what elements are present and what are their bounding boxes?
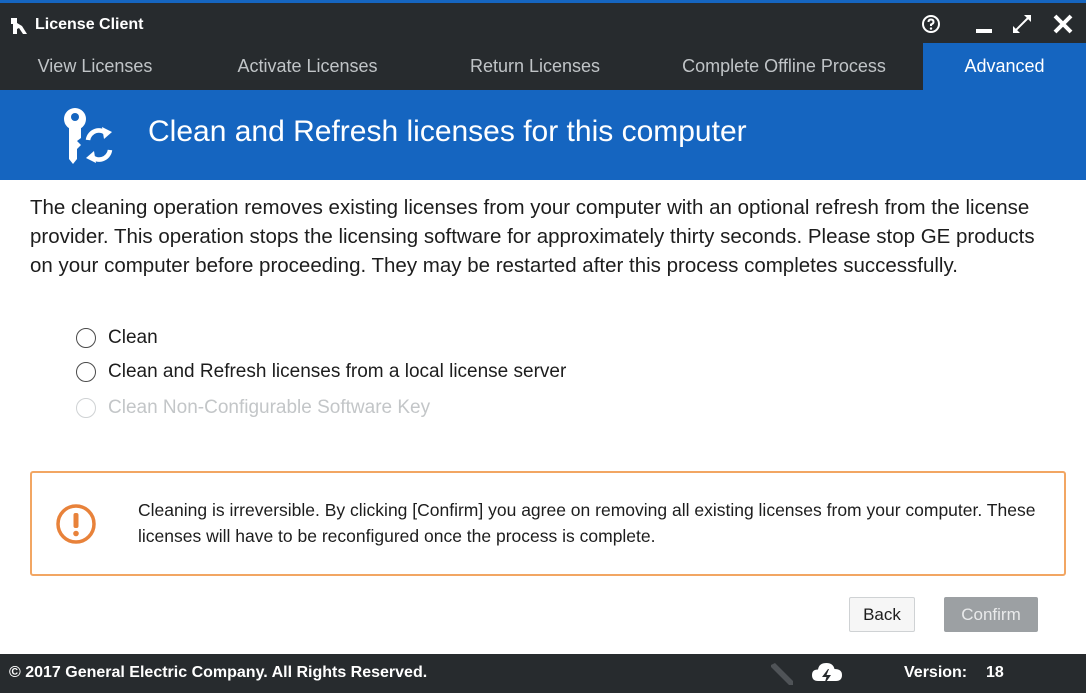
option-label: Clean Non-Configurable Software Key xyxy=(108,397,431,418)
version-value: 18 xyxy=(986,664,1004,681)
radio-button[interactable] xyxy=(76,362,96,382)
key-refresh-icon xyxy=(58,104,120,166)
option-label: Clean xyxy=(108,327,158,348)
page-header: Clean and Refresh licenses for this comp… xyxy=(0,90,1086,180)
option-clean[interactable]: Clean xyxy=(76,325,158,351)
help-icon xyxy=(921,14,941,39)
description-text: The cleaning operation removes existing … xyxy=(30,196,1035,277)
radio-button xyxy=(76,398,96,418)
maximize-button[interactable] xyxy=(1007,13,1037,39)
option-label: Clean and Refresh licenses from a local … xyxy=(108,361,567,382)
minimize-icon xyxy=(974,13,996,40)
help-button[interactable] xyxy=(916,13,946,39)
confirm-button[interactable]: Confirm xyxy=(944,597,1038,632)
tab-complete-offline-process[interactable]: Complete Offline Process xyxy=(645,43,923,90)
close-icon xyxy=(1052,13,1074,40)
exclamation-circle-icon xyxy=(55,503,97,545)
tab-activate-licenses[interactable]: Activate Licenses xyxy=(190,43,425,90)
app-logo-icon xyxy=(9,17,29,35)
title-bar: License Client xyxy=(0,3,1086,43)
pen-icon xyxy=(768,660,796,688)
tab-bar: View Licenses Activate Licenses Return L… xyxy=(0,43,1086,90)
minimize-button[interactable] xyxy=(970,13,1000,39)
cloud-lightning-icon xyxy=(810,661,844,687)
warning-text: Cleaning is irreversible. By clicking [C… xyxy=(138,500,1036,546)
option-clean-and-refresh[interactable]: Clean and Refresh licenses from a local … xyxy=(76,359,566,385)
status-bar: © 2017 General Electric Company. All Rig… xyxy=(0,654,1086,693)
tab-view-licenses[interactable]: View Licenses xyxy=(0,43,190,90)
window-title: License Client xyxy=(35,16,144,33)
tab-return-licenses[interactable]: Return Licenses xyxy=(425,43,645,90)
copyright-text: © 2017 General Electric Company. All Rig… xyxy=(9,664,428,681)
version-label: Version: xyxy=(904,664,968,681)
page-title: Clean and Refresh licenses for this comp… xyxy=(148,115,747,148)
warning-box: Cleaning is irreversible. By clicking [C… xyxy=(30,471,1066,576)
back-button[interactable]: Back xyxy=(849,597,915,632)
maximize-icon xyxy=(1010,12,1034,41)
close-button[interactable] xyxy=(1048,13,1078,39)
option-clean-non-configurable: Clean Non-Configurable Software Key xyxy=(76,395,430,421)
tab-advanced[interactable]: Advanced xyxy=(923,43,1086,90)
radio-button[interactable] xyxy=(76,328,96,348)
